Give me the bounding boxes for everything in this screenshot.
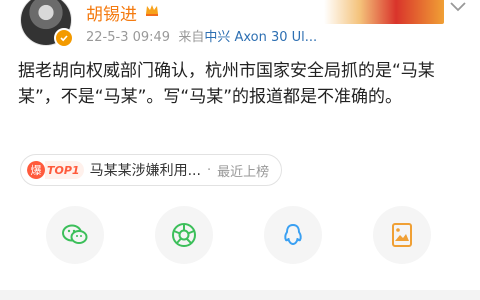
hot-topic-separator: ·	[206, 162, 212, 178]
share-row	[0, 206, 480, 268]
wechat-icon[interactable]	[46, 206, 104, 264]
vip-crown-icon	[146, 5, 158, 16]
qq-icon[interactable]	[264, 206, 322, 264]
username[interactable]: 胡锡进	[86, 0, 137, 25]
hot-badge-rank: TOP1	[45, 161, 84, 179]
post-source[interactable]: 中兴 Axon 30 Ul...	[204, 30, 317, 45]
moments-icon[interactable]	[155, 206, 213, 264]
post-meta: 22-5-3 09:49 来自中兴 Axon 30 Ul...	[86, 26, 317, 45]
verified-badge-icon	[54, 28, 74, 48]
hot-rank-badge: 爆 TOP1	[27, 161, 84, 179]
bottom-divider	[0, 290, 480, 300]
header-banner-decoration	[324, 0, 444, 24]
chevron-down-icon[interactable]	[448, 0, 468, 14]
post-timestamp: 22-5-3 09:49	[86, 30, 171, 45]
hot-badge-icon: 爆	[27, 161, 45, 179]
source-prefix: 来自	[178, 30, 205, 45]
post-text: 据老胡向权威部门确认，杭州市国家安全局抓的是“马某某”，不是“马某”。写“马某”…	[18, 61, 435, 107]
hot-topic-desc: 最近上榜	[217, 164, 270, 180]
hot-topic-title: 马某某涉嫌利用...	[89, 163, 201, 179]
hot-topic-chip[interactable]: 爆 TOP1 马某某涉嫌利用... · 最近上榜	[20, 154, 283, 186]
image-share-icon[interactable]	[373, 206, 431, 264]
